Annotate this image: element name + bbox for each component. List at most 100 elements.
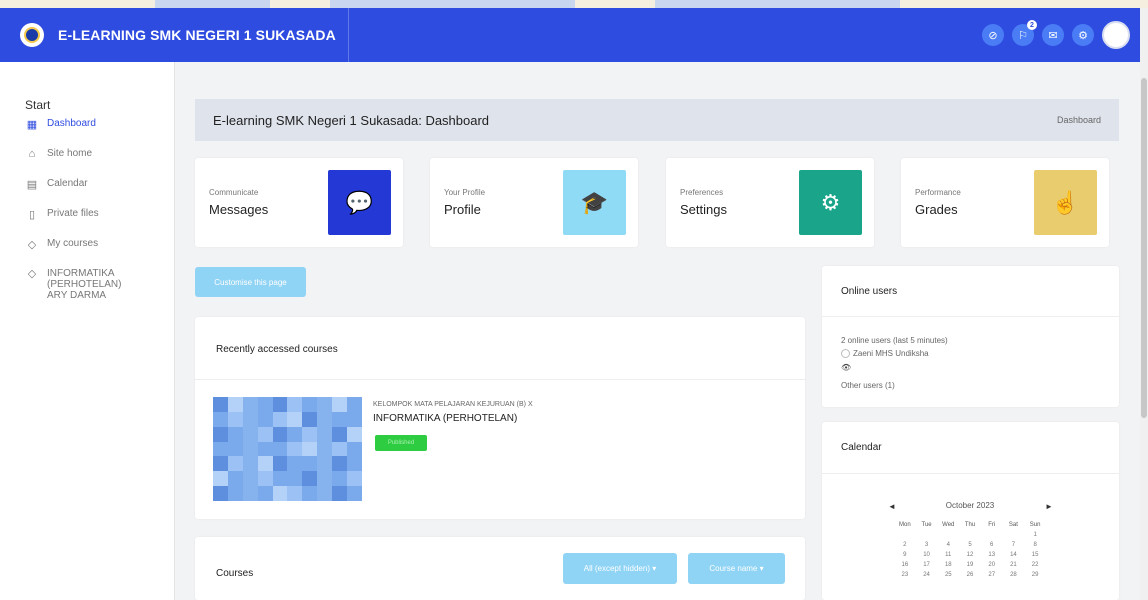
tile-profile[interactable]: Your Profile Profile 🎓 xyxy=(430,158,638,247)
dashboard-icon: ▦ xyxy=(26,118,38,131)
scrollbar-thumb[interactable] xyxy=(1141,78,1147,418)
user-avatar[interactable] xyxy=(1102,21,1130,49)
calendar-day[interactable]: 24 xyxy=(916,572,938,579)
divider xyxy=(822,316,1119,317)
sidebar-item-course-informatika[interactable]: ◇ INFORMATIKA (PERHOTELAN) ARY DARMA xyxy=(25,268,170,316)
settings-icon[interactable]: ⚙ xyxy=(1072,24,1094,46)
user-icon xyxy=(841,349,850,359)
calendar-day[interactable]: 5 xyxy=(959,542,981,549)
notifications-icon[interactable]: ⚐ 2 xyxy=(1012,20,1037,46)
sidebar-item-label: Site home xyxy=(47,148,93,159)
sidebar-item-site-home[interactable]: ⌂ Site home xyxy=(25,148,170,178)
calendar-day[interactable]: 26 xyxy=(959,572,981,579)
tile-grades[interactable]: Performance Grades ☝ xyxy=(901,158,1109,247)
calendar-day[interactable]: 6 xyxy=(981,542,1003,549)
calendar-day[interactable]: 4 xyxy=(937,542,959,549)
calendar-day[interactable]: 18 xyxy=(937,562,959,569)
course-name-link[interactable]: INFORMATIKA (PERHOTELAN) xyxy=(373,413,517,424)
calendar-day[interactable]: 25 xyxy=(937,572,959,579)
courses-sort-dropdown[interactable]: Course name ▾ xyxy=(688,553,785,584)
sidebar-item-dashboard[interactable]: ▦ Dashboard xyxy=(25,118,170,148)
calendar-prev-button[interactable]: ◄ xyxy=(888,502,896,511)
calendar-grid: Mon Tue Wed Thu Fri Sat Sun 1 2 3 4 5 6 7 8 9 10 11 12 13 14… xyxy=(894,522,1046,579)
calendar-day[interactable]: 23 xyxy=(894,572,916,579)
tile-settings[interactable]: Preferences Settings ⚙ xyxy=(666,158,874,247)
page-scrollbar[interactable] xyxy=(1140,8,1148,600)
calendar-empty-cell xyxy=(916,532,938,539)
sidebar-item-label: Private files xyxy=(47,208,99,219)
hand-stars-icon: ☝ xyxy=(1034,170,1097,235)
sidebar-item-label: Dashboard xyxy=(47,118,96,129)
page-header: E-learning SMK Negeri 1 Sukasada: Dashbo… xyxy=(195,99,1119,141)
calendar-day[interactable]: 21 xyxy=(1003,562,1025,569)
tile-messages[interactable]: Communicate Messages 💬 xyxy=(195,158,403,247)
calendar-weekday: Tue xyxy=(921,522,932,528)
online-user-row[interactable]: Zaeni MHS Undiksha xyxy=(841,349,929,359)
calendar-day[interactable]: 22 xyxy=(1024,562,1046,569)
site-title[interactable]: E-LEARNING SMK NEGERI 1 SUKASADA xyxy=(58,27,336,43)
calendar-day[interactable]: 14 xyxy=(1003,552,1025,559)
calendar-day[interactable]: 10 xyxy=(916,552,938,559)
sidebar-item-calendar[interactable]: ▤ Calendar xyxy=(25,178,170,208)
calendar-day[interactable]: 2 xyxy=(894,542,916,549)
calendar-day[interactable]: 27 xyxy=(981,572,1003,579)
calendar-weekday: Fri xyxy=(988,522,996,528)
calendar-day[interactable]: 13 xyxy=(981,552,1003,559)
tile-caption: Communicate xyxy=(209,188,259,197)
calendar-day[interactable]: 7 xyxy=(1003,542,1025,549)
courses-title: Courses xyxy=(216,568,254,579)
calendar-day[interactable]: 15 xyxy=(1024,552,1046,559)
calendar-day[interactable]: 20 xyxy=(981,562,1003,569)
calendar-empty-cell xyxy=(894,532,916,539)
file-icon: ▯ xyxy=(28,208,36,221)
calendar-title: Calendar xyxy=(841,442,882,453)
calendar-weekday: Sat xyxy=(1008,522,1018,528)
courses-filter-dropdown[interactable]: All (except hidden) ▾ xyxy=(563,553,677,584)
calendar-block: Calendar October 2023 ◄ ► Mon Tue Wed Thu Fr… xyxy=(822,422,1119,600)
tile-title: Messages xyxy=(209,202,269,217)
calendar-day[interactable]: 19 xyxy=(959,562,981,569)
chat-bubbles-icon: 💬 xyxy=(328,170,391,235)
calendar-day[interactable]: 17 xyxy=(916,562,938,569)
calendar-day[interactable]: 3 xyxy=(916,542,938,549)
tile-title: Settings xyxy=(680,202,727,217)
calendar-empty-cell xyxy=(937,532,959,539)
course-thumbnail[interactable] xyxy=(213,397,362,501)
sidebar-item-label: INFORMATIKA (PERHOTELAN) ARY DARMA xyxy=(47,268,122,301)
divider xyxy=(195,379,805,380)
sidebar-item-my-courses[interactable]: ◇ My courses xyxy=(25,238,170,268)
calendar-day[interactable]: 8 xyxy=(1024,542,1046,549)
calendar-day[interactable]: 1 xyxy=(1024,532,1046,539)
divider xyxy=(822,473,1119,474)
online-users-title: Online users xyxy=(841,286,898,297)
messages-icon[interactable]: ✉ xyxy=(1042,24,1064,46)
customise-page-button[interactable]: Customise this page xyxy=(195,267,306,297)
sidebar-item-private-files[interactable]: ▯ Private files xyxy=(25,208,170,238)
breadcrumb[interactable]: Dashboard xyxy=(1057,115,1101,125)
calendar-weekday: Sun xyxy=(1029,522,1041,528)
calendar-day[interactable]: 16 xyxy=(894,562,916,569)
eye-icon[interactable]: 👁 xyxy=(841,363,851,372)
calendar-day[interactable]: 12 xyxy=(959,552,981,559)
navbar-actions: ⊘ ⚐ 2 ✉ ⚙ xyxy=(982,20,1140,49)
graduation-cap-icon: 🎓 xyxy=(563,170,626,235)
top-navbar: E-LEARNING SMK NEGERI 1 SUKASADA ⊘ ⚐ 2 ✉ … xyxy=(0,8,1140,62)
tile-caption: Performance xyxy=(915,188,961,197)
school-logo-icon xyxy=(20,23,44,47)
course-category: KELOMPOK MATA PELAJARAN KEJURUAN (B) X xyxy=(373,401,533,408)
calendar-day[interactable]: 28 xyxy=(1003,572,1025,579)
calendar-day[interactable]: 29 xyxy=(1024,572,1046,579)
hide-eye-icon[interactable]: ⊘ xyxy=(982,24,1004,46)
calendar-empty-cell xyxy=(959,532,981,539)
home-icon: ⌂ xyxy=(28,148,36,160)
site-brand[interactable]: E-LEARNING SMK NEGERI 1 SUKASADA xyxy=(0,8,349,62)
calendar-day[interactable]: 9 xyxy=(894,552,916,559)
sidebar-item-label: My courses xyxy=(47,238,99,249)
calendar-next-button[interactable]: ► xyxy=(1045,502,1053,511)
page-title: E-learning SMK Negeri 1 Sukasada: Dashbo… xyxy=(213,112,490,128)
calendar-icon: ▤ xyxy=(26,178,38,191)
tile-title: Grades xyxy=(915,202,958,217)
tile-caption: Preferences xyxy=(680,188,724,197)
calendar-day[interactable]: 11 xyxy=(937,552,959,559)
top-banner-strip xyxy=(0,0,1148,8)
